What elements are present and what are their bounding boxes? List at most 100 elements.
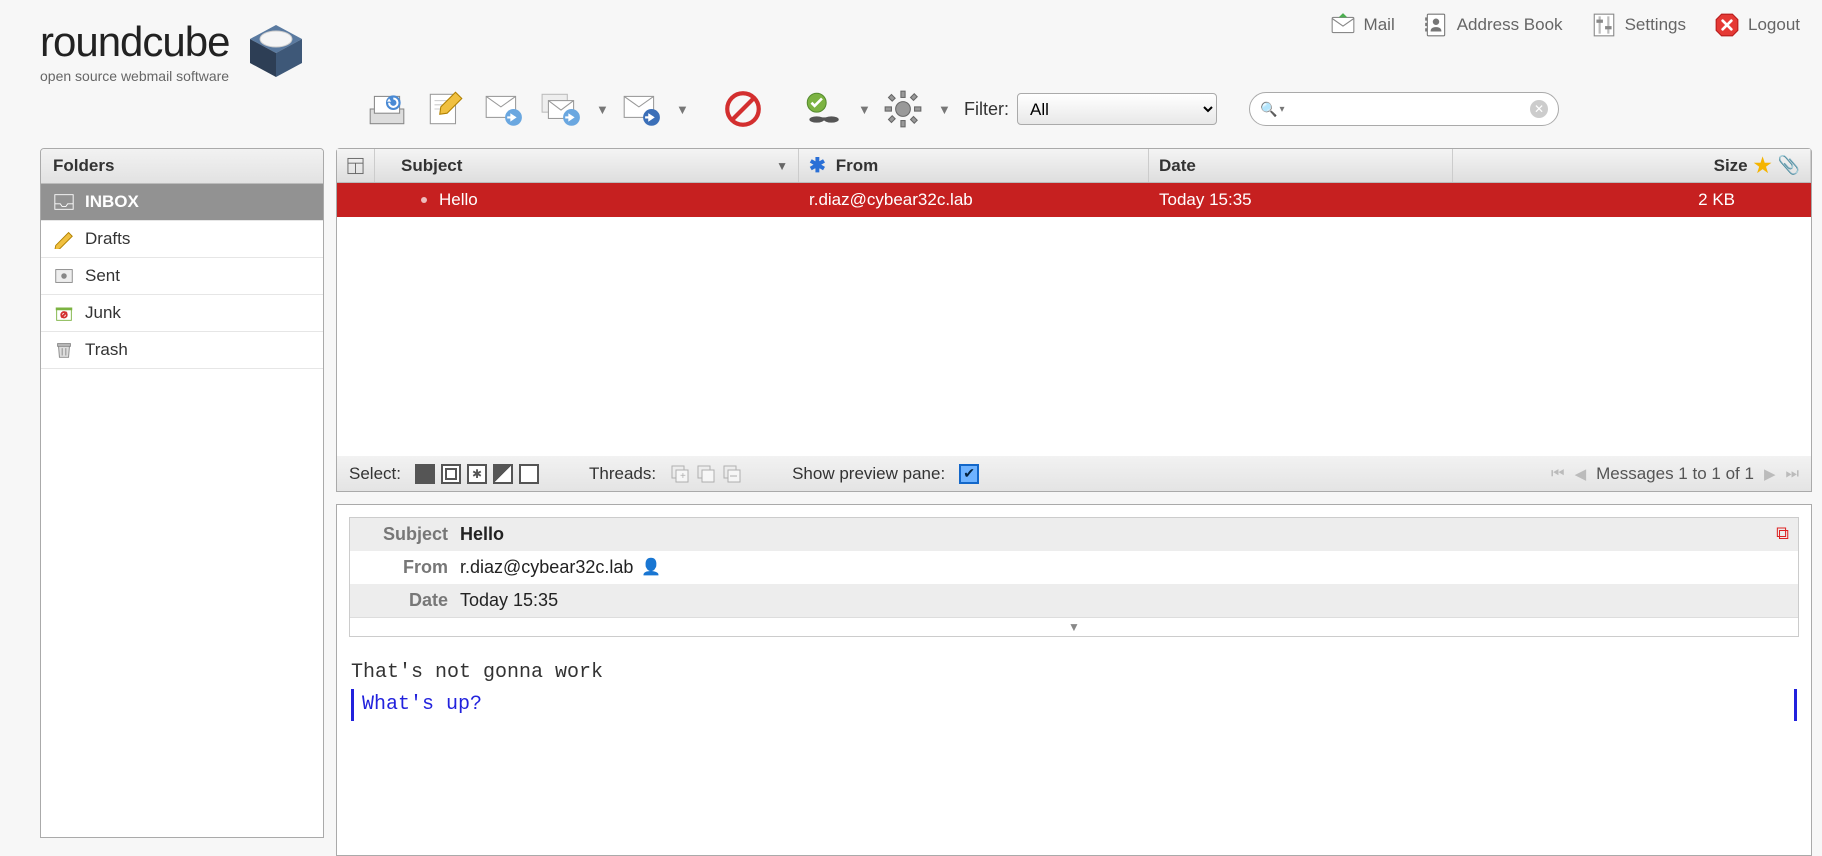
thread-expand-icon[interactable]: + — [670, 464, 690, 484]
message-body: That's not gonna work What's up? — [337, 649, 1811, 729]
attachment-icon: 📎 — [1778, 155, 1800, 176]
top-nav: Mail Address Book Settings Logout — [1330, 12, 1800, 38]
sort-indicator-icon: ▼ — [776, 159, 788, 173]
compose-button[interactable] — [420, 84, 470, 134]
filter-select[interactable]: All — [1017, 93, 1217, 125]
body-line: That's not gonna work — [351, 657, 1797, 689]
junk-icon — [53, 303, 75, 323]
nav-logout[interactable]: Logout — [1714, 12, 1800, 38]
nav-addressbook[interactable]: Address Book — [1423, 12, 1563, 38]
drafts-icon — [53, 229, 75, 249]
asterisk-icon: ✱ — [809, 153, 826, 178]
preview-pane-checkbox[interactable]: ✔ — [959, 464, 979, 484]
preview-header: Subject Hello From r.diaz@cybear32c.lab … — [349, 517, 1799, 637]
folder-sent[interactable]: Sent — [41, 258, 323, 295]
pager-last-button[interactable]: ⏭ — [1785, 465, 1799, 482]
refresh-button[interactable] — [362, 84, 412, 134]
select-invert-button[interactable] — [493, 464, 513, 484]
nav-addressbook-label: Address Book — [1457, 15, 1563, 35]
pager-prev-button[interactable]: ◀ — [1575, 465, 1587, 483]
folder-label: Trash — [85, 340, 128, 360]
column-config-button[interactable] — [337, 149, 375, 182]
select-all-button[interactable] — [415, 464, 435, 484]
body-quote: What's up? — [351, 689, 1797, 721]
folders-panel: Folders INBOX Drafts Sent Junk Trash — [40, 148, 324, 838]
preview-date-value: Today 15:35 — [460, 590, 558, 611]
message-row[interactable]: Hello r.diaz@cybear32c.lab Today 15:35 2… — [337, 183, 1811, 217]
select-page-button[interactable] — [441, 464, 461, 484]
pager-next-button[interactable]: ▶ — [1764, 465, 1776, 483]
flag-icon: ★ — [1754, 153, 1772, 178]
folder-drafts[interactable]: Drafts — [41, 221, 323, 258]
reply-all-dropdown[interactable]: ▼ — [594, 102, 608, 117]
inbox-icon — [53, 192, 75, 212]
column-date[interactable]: Date — [1149, 149, 1453, 182]
forward-dropdown[interactable]: ▼ — [674, 102, 688, 117]
nav-logout-label: Logout — [1748, 15, 1800, 35]
pager-first-button[interactable]: ⏮ — [1551, 465, 1565, 482]
folder-trash[interactable]: Trash — [41, 332, 323, 369]
preview-pane-label: Show preview pane: — [792, 464, 945, 484]
preview-subject-label: Subject — [362, 524, 448, 545]
select-unread-button[interactable] — [467, 464, 487, 484]
folder-label: Drafts — [85, 229, 130, 249]
preview-from-label: From — [362, 557, 448, 578]
message-from: r.diaz@cybear32c.lab — [809, 190, 973, 209]
thread-expand-unread-icon[interactable] — [696, 464, 716, 484]
trash-icon — [53, 340, 75, 360]
search-input[interactable] — [1290, 101, 1524, 118]
mark-dropdown[interactable]: ▼ — [856, 102, 870, 117]
preview-subject-value: Hello — [460, 524, 504, 545]
mail-icon — [1330, 12, 1356, 38]
message-list-panel: Subject ▼ ✱ From Date Size ★ 📎 Hello r.d… — [336, 148, 1812, 458]
column-size[interactable]: Size ★ 📎 — [1453, 149, 1811, 182]
columns-icon — [347, 157, 364, 175]
preview-from-value: r.diaz@cybear32c.lab — [460, 557, 633, 578]
reply-button[interactable] — [478, 84, 528, 134]
nav-settings-label: Settings — [1625, 15, 1686, 35]
addressbook-icon — [1423, 12, 1449, 38]
mark-button[interactable] — [798, 84, 848, 134]
more-actions-dropdown[interactable]: ▼ — [936, 102, 950, 117]
filter-label: Filter: — [964, 99, 1009, 120]
toolbar: ▼ ▼ ▼ ▼ Filter: All 🔍 ✕ — [362, 82, 1812, 136]
preview-date-label: Date — [362, 590, 448, 611]
open-in-window-button[interactable]: ⧉ — [1776, 523, 1789, 544]
thread-collapse-icon[interactable] — [722, 464, 742, 484]
contact-icon[interactable]: 👤 — [641, 557, 661, 578]
search-clear-icon[interactable]: ✕ — [1530, 100, 1548, 118]
threads-label: Threads: — [589, 464, 656, 484]
settings-icon — [1591, 12, 1617, 38]
select-none-button[interactable] — [519, 464, 539, 484]
svg-text:+: + — [680, 471, 686, 482]
folder-label: Sent — [85, 266, 120, 286]
search-box: 🔍 ✕ — [1249, 92, 1559, 126]
folder-junk[interactable]: Junk — [41, 295, 323, 332]
list-footer-bar: Select: Threads: + Show preview pane: ✔ … — [336, 456, 1812, 492]
message-subject: Hello — [439, 190, 478, 210]
folder-label: Junk — [85, 303, 121, 323]
nav-settings[interactable]: Settings — [1591, 12, 1686, 38]
column-subject[interactable]: Subject ▼ — [375, 149, 799, 182]
more-actions-button[interactable] — [878, 84, 928, 134]
message-date: Today 15:35 — [1159, 190, 1252, 209]
reply-all-button[interactable] — [536, 84, 586, 134]
search-icon[interactable]: 🔍 — [1260, 101, 1284, 118]
select-label: Select: — [349, 464, 401, 484]
folder-inbox[interactable]: INBOX — [41, 184, 323, 221]
nav-mail[interactable]: Mail — [1330, 12, 1395, 38]
delete-button[interactable] — [718, 84, 768, 134]
pager-text: Messages 1 to 1 of 1 — [1596, 464, 1754, 484]
logout-icon — [1714, 12, 1740, 38]
forward-button[interactable] — [616, 84, 666, 134]
message-size: 2 KB — [1698, 190, 1735, 209]
column-from[interactable]: ✱ From — [799, 149, 1149, 182]
logo: roundcube open source webmail software — [40, 18, 308, 84]
brand-tagline: open source webmail software — [40, 68, 230, 84]
brand-name: roundcube — [40, 18, 230, 66]
expand-headers-button[interactable]: ▼ — [350, 617, 1798, 636]
column-headers: Subject ▼ ✱ From Date Size ★ 📎 — [337, 149, 1811, 183]
folder-label: INBOX — [85, 192, 139, 212]
preview-pane: ⧉ Subject Hello From r.diaz@cybear32c.la… — [336, 504, 1812, 856]
folders-header: Folders — [41, 149, 323, 184]
